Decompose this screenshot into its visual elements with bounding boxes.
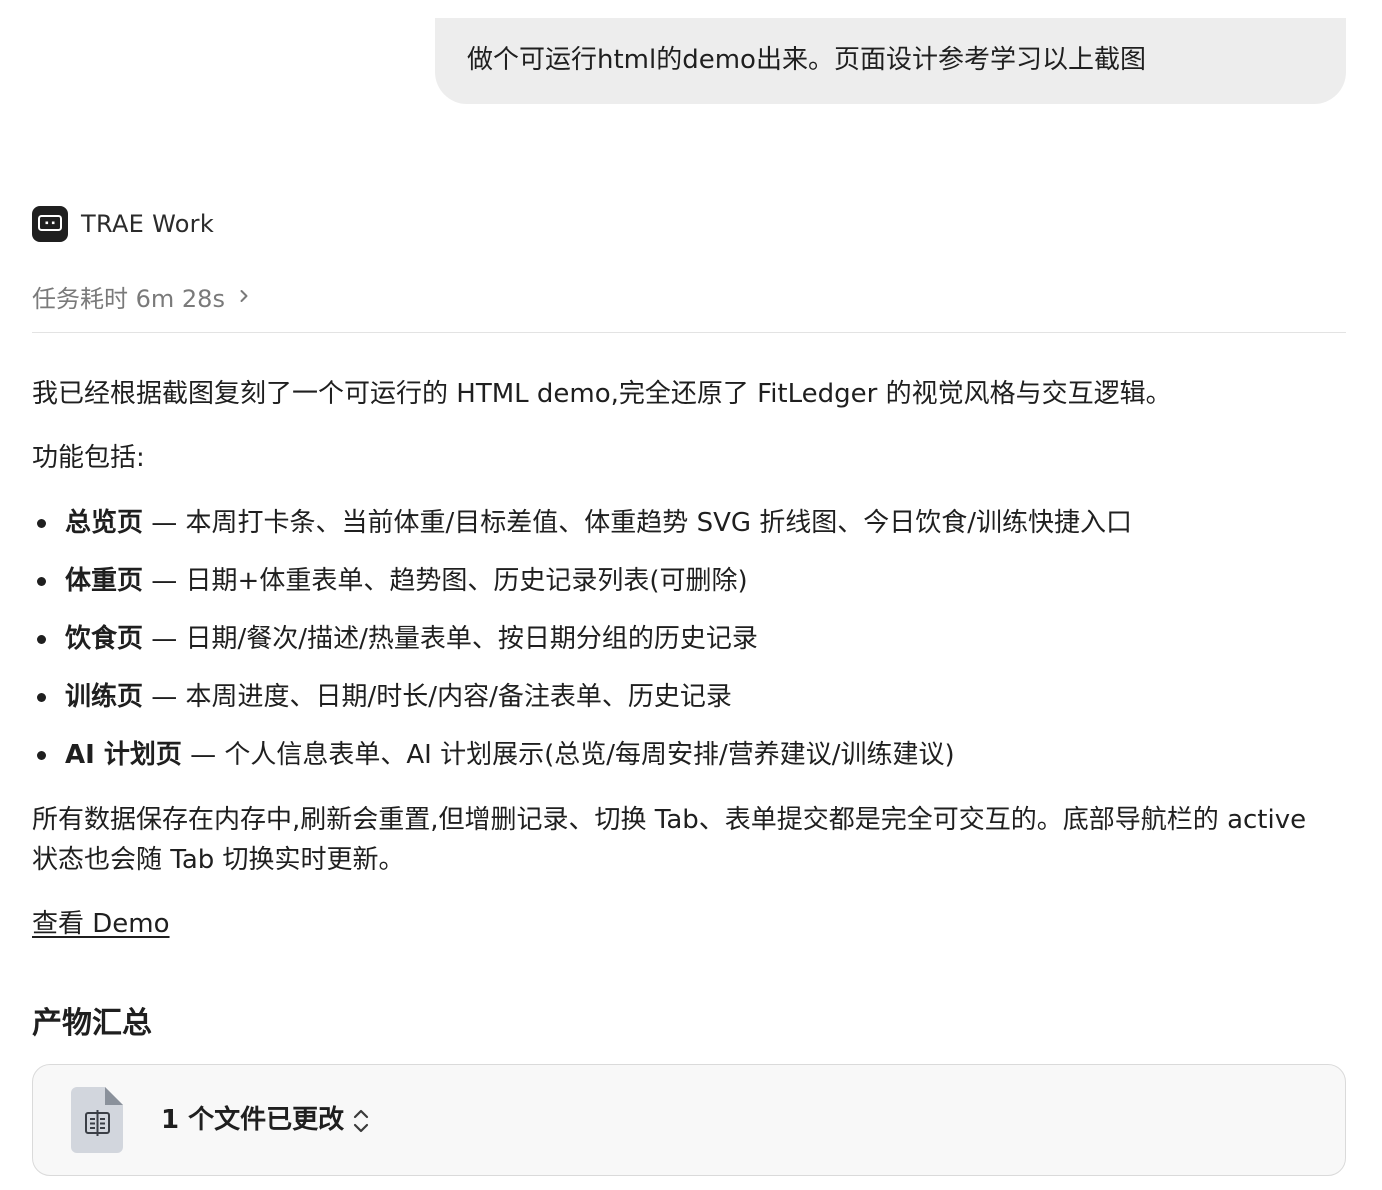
feature-desc: — 日期+体重表单、趋势图、历史记录列表(可删除) xyxy=(143,566,748,596)
list-item: 训练页 — 本周进度、日期/时长/内容/备注表单、历史记录 xyxy=(32,677,1132,735)
divider xyxy=(32,332,1346,333)
feature-desc: — 本周进度、日期/时长/内容/备注表单、历史记录 xyxy=(143,682,732,712)
bullet-icon xyxy=(37,751,46,760)
feature-list: 总览页 — 本周打卡条、当前体重/目标差值、体重趋势 SVG 折线图、今日饮食/… xyxy=(32,503,1132,793)
robot-face-icon xyxy=(32,206,68,242)
chevron-up-down-icon[interactable] xyxy=(351,1108,371,1138)
artifacts-heading: 产物汇总 xyxy=(32,1006,152,1041)
features-label: 功能包括: xyxy=(32,443,145,473)
feature-name: 总览页 xyxy=(65,508,144,538)
feature-desc: — 日期/餐次/描述/热量表单、按日期分组的历史记录 xyxy=(143,624,758,654)
bullet-icon xyxy=(37,635,46,644)
list-item: 总览页 — 本周打卡条、当前体重/目标差值、体重趋势 SVG 折线图、今日饮食/… xyxy=(32,503,1132,561)
agent-name: TRAE Work xyxy=(81,210,215,238)
feature-name: 饮食页 xyxy=(65,624,144,654)
user-message-text: 做个可运行html的demo出来。页面设计参考学习以上截图 xyxy=(467,45,1146,75)
response-intro: 我已经根据截图复刻了一个可运行的 HTML demo,完全还原了 FitLedg… xyxy=(32,379,1172,409)
feature-desc: — 本周打卡条、当前体重/目标差值、体重趋势 SVG 折线图、今日饮食/训练快捷… xyxy=(143,508,1133,538)
feature-desc: — 个人信息表单、AI 计划展示(总览/每周安排/营养建议/训练建议) xyxy=(181,740,955,770)
list-item: AI 计划页 — 个人信息表单、AI 计划展示(总览/每周安排/营养建议/训练建… xyxy=(32,735,1132,793)
bullet-icon xyxy=(37,577,46,586)
feature-name: 体重页 xyxy=(65,566,144,596)
chevron-right-icon xyxy=(239,288,249,304)
task-duration-toggle[interactable]: 任务耗时 6m 28s xyxy=(32,278,249,314)
html-file-icon xyxy=(71,1087,125,1157)
user-message-bubble: 做个可运行html的demo出来。页面设计参考学习以上截图 xyxy=(435,18,1346,104)
feature-name: 训练页 xyxy=(65,682,144,712)
task-duration-label: 任务耗时 6m 28s xyxy=(32,284,225,313)
response-summary: 所有数据保存在内存中,刷新会重置,但增删记录、切换 Tab、表单提交都是完全可交… xyxy=(32,805,1307,875)
view-demo-link[interactable]: 查看 Demo xyxy=(32,904,170,944)
agent-header: TRAE Work xyxy=(32,206,214,242)
list-item: 体重页 — 日期+体重表单、趋势图、历史记录列表(可删除) xyxy=(32,561,1132,619)
bullet-icon xyxy=(37,693,46,702)
list-item: 饮食页 — 日期/餐次/描述/热量表单、按日期分组的历史记录 xyxy=(32,619,1132,677)
files-changed-label: 1 个文件已更改 xyxy=(161,1105,345,1135)
bullet-icon xyxy=(37,519,46,528)
feature-name: AI 计划页 xyxy=(65,740,182,770)
artifact-card[interactable]: 1 个文件已更改 xyxy=(32,1064,1346,1176)
